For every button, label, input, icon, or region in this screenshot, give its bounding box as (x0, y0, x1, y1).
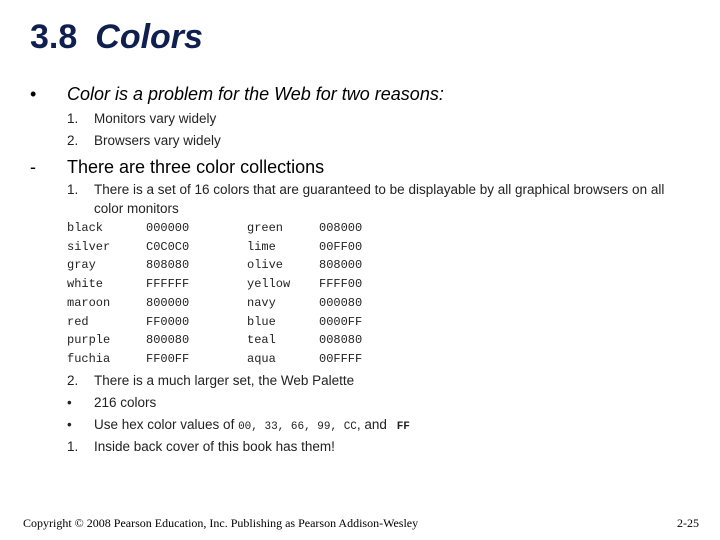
hex-values-and: , and (356, 417, 391, 432)
hex-value: 000080 (319, 295, 363, 310)
section-number: 3.8 (30, 18, 78, 56)
color-name: white (67, 277, 104, 292)
dash-marker: - (30, 157, 36, 177)
hex-value: 808000 (319, 258, 363, 273)
list-marker: 2. (67, 373, 79, 388)
list-item-browsers: Browsers vary widely (94, 133, 221, 148)
hex-value: 800000 (146, 295, 190, 310)
color-name: red (67, 314, 89, 329)
color-name: black (67, 221, 104, 235)
list-marker: 1. (67, 111, 79, 126)
color-name: navy (247, 295, 276, 310)
list-item-16-colors-line1: There is a set of 16 colors that are gua… (94, 182, 665, 197)
list-item-monitors: Monitors vary widely (94, 111, 217, 126)
list-marker: 1. (67, 439, 79, 454)
sub-item-hex-values: Use hex color values of 00, 33, 66, 99, … (94, 417, 410, 433)
hex-values-prefix: Use hex color values of (94, 417, 239, 432)
hex-codes: 00, 33, 66, 99, CC (238, 421, 357, 433)
hex-value: 008000 (319, 221, 363, 235)
color-name: olive (247, 258, 284, 273)
color-name: fuchia (67, 351, 111, 366)
hex-value: 800080 (146, 333, 190, 348)
hex-value: C0C0C0 (146, 239, 190, 254)
bullet-three-collections: There are three color collections (67, 157, 325, 177)
color-name: gray (67, 258, 96, 273)
sub-bullet-marker: • (67, 417, 72, 432)
bullet-marker: • (30, 84, 37, 104)
hex-value: 00FFFF (319, 351, 363, 366)
hex-value: 000000 (146, 221, 190, 235)
page-number: 2-25 (677, 516, 699, 530)
hex-value: 008080 (319, 333, 363, 348)
bullet-color-problem: Color is a problem for the Web for two r… (67, 84, 444, 104)
list-item-16-colors-line2: color monitors (94, 201, 179, 216)
section-title: Colors (95, 18, 203, 56)
hex-value: FF0000 (146, 314, 190, 329)
footer-copyright: Copyright © 2008 Pearson Education, Inc.… (23, 516, 419, 530)
hex-value: FFFF00 (319, 277, 363, 292)
color-name: purple (67, 333, 111, 348)
color-name: teal (247, 333, 276, 348)
hex-value: 0000FF (319, 314, 363, 329)
hex-value: FF00FF (146, 351, 190, 366)
color-name: blue (247, 314, 276, 329)
color-name: silver (67, 239, 111, 254)
color-name: yellow (247, 277, 291, 292)
hex-value: FFFFFF (146, 277, 190, 292)
list-item-web-palette: There is a much larger set, the Web Pale… (94, 373, 355, 388)
list-marker: 1. (67, 182, 79, 197)
color-name: maroon (67, 295, 111, 310)
color-name: lime (247, 239, 276, 254)
color-name: green (247, 221, 284, 235)
sub-item-216-colors: 216 colors (94, 395, 157, 410)
hex-value: 00FF00 (319, 239, 363, 254)
slide-title: 3.8 Colors (30, 18, 203, 57)
color-name: aqua (247, 351, 276, 366)
hex-code-ff: FF (396, 421, 410, 433)
sub-bullet-marker: • (67, 395, 72, 410)
hex-value: 808080 (146, 258, 190, 273)
list-item-back-cover: Inside back cover of this book has them! (94, 439, 335, 454)
list-marker: 2. (67, 133, 79, 148)
